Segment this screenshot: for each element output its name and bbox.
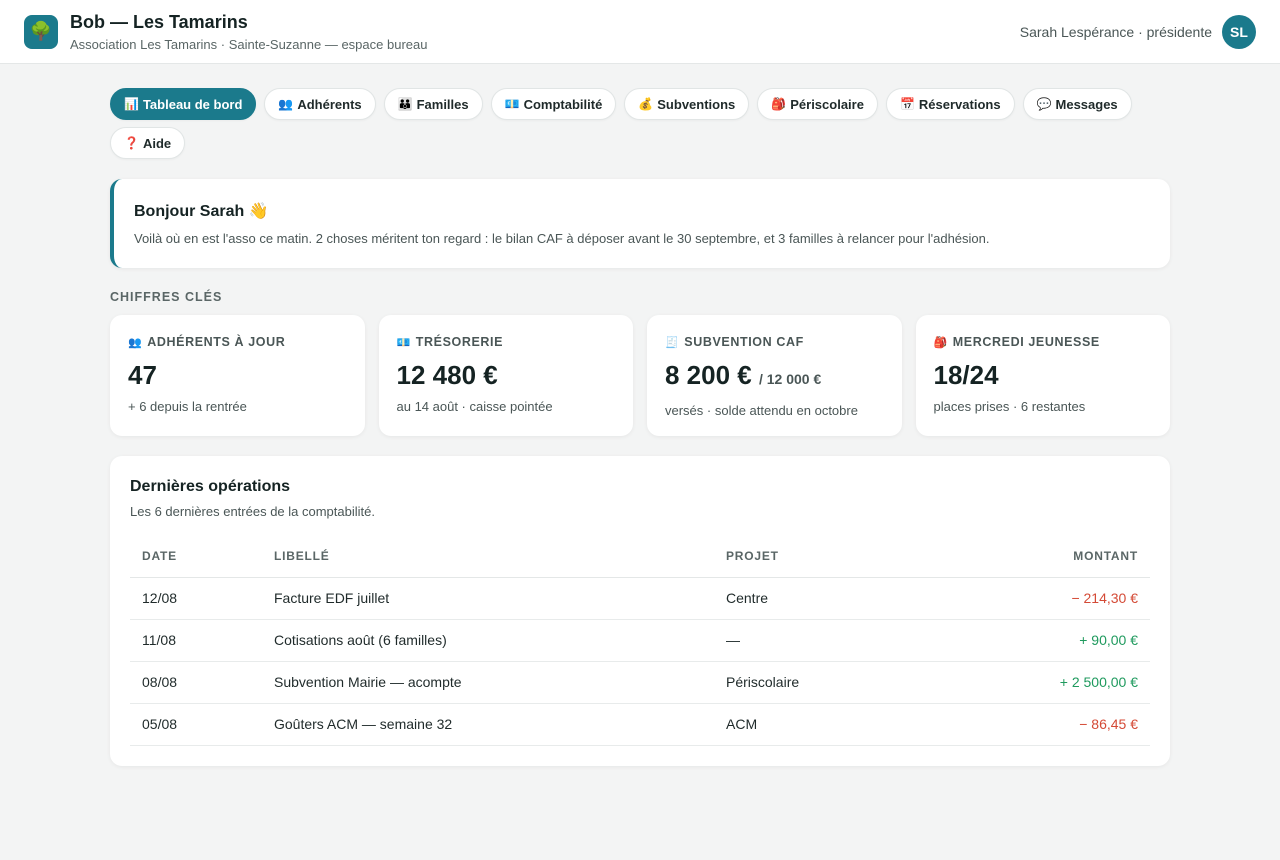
nav-tabs: 📊 Tableau de bord 👥 Adhérents 👪 Familles 💶 C…	[110, 88, 1170, 159]
kpi-card-subvention-caf: 🧾 SUBVENTION CAF 8 200 € / 12 000 € versé…	[647, 315, 902, 436]
tab-label: Subventions	[657, 96, 736, 112]
kpi-value: 47	[128, 360, 157, 390]
cell-amount: + 2 500,00 €	[926, 661, 1150, 704]
cell-label: Cotisations août (6 familles)	[262, 619, 714, 662]
welcome-card: Bonjour Sarah 👋 Voilà où en est l'asso c…	[110, 179, 1170, 268]
tab-reservations[interactable]: 📅 Réservations	[885, 88, 1015, 120]
user-menu[interactable]: Sarah Lespérance · présidente SL	[1020, 15, 1256, 49]
cell-amount: − 214,30 €	[926, 577, 1150, 620]
cell-label: Facture EDF juillet	[262, 577, 714, 620]
kpi-card-mercredi-jeunesse: 🎒 MERCREDI JEUNESSE 18/24 places prises ·…	[915, 315, 1170, 436]
tab-familles[interactable]: 👪 Familles	[383, 88, 483, 120]
brand: Bob — Les Tamarins Association Les Tamar…	[70, 11, 427, 52]
operations-title: Dernières opérations	[130, 478, 291, 495]
column-header-label[interactable]: LIBELLÉ	[262, 535, 714, 578]
backpack-icon: 🎒	[933, 336, 948, 349]
kpi-label-text: TRÉSORERIE	[415, 335, 504, 349]
tree-logo-icon[interactable]: 🌳	[24, 14, 58, 49]
kpi-value: 8 200 € / 12 000 €	[665, 359, 884, 395]
people-icon: 👥	[278, 97, 294, 111]
cell-project: Périscolaire	[714, 661, 927, 704]
kpi-label: 🎒 MERCREDI JEUNESSE	[934, 335, 1153, 349]
cell-project: ACM	[714, 703, 927, 746]
tab-tableau-de-bord[interactable]: 📊 Tableau de bord	[110, 88, 257, 120]
kpi-label-text: SUBVENTION CAF	[684, 335, 804, 349]
question-icon: ❓	[124, 136, 139, 150]
chart-icon: 📊	[124, 97, 139, 111]
family-icon: 👪	[397, 97, 413, 111]
cell-date: 05/08	[130, 703, 262, 746]
tab-label: Familles	[416, 96, 469, 112]
tab-label: Aide	[142, 135, 172, 151]
column-header-date[interactable]: DATE	[130, 535, 262, 578]
people-icon: 👥	[128, 336, 143, 349]
tab-label: Adhérents	[297, 96, 362, 112]
tab-periscolaire[interactable]: 🎒 Périscolaire	[757, 88, 878, 120]
welcome-title: Bonjour Sarah 👋	[134, 203, 269, 220]
tab-label: Périscolaire	[790, 96, 864, 112]
calendar-icon: 📅	[899, 97, 915, 111]
kpi-value: 18/24	[933, 360, 999, 390]
cell-project: Centre	[714, 577, 927, 620]
kpi-card-adherents: 👥 ADHÉRENTS À JOUR 47 + 6 depuis la rentr…	[110, 315, 365, 436]
avatar[interactable]: SL	[1222, 15, 1256, 49]
kpi-value-main: 8 200 €	[665, 360, 752, 390]
receipt-icon: 🧾	[665, 336, 680, 349]
operations-card: Dernières opérations Les 6 dernières ent…	[110, 456, 1170, 766]
cell-date: 11/08	[130, 619, 262, 662]
tab-adherents[interactable]: 👥 Adhérents	[264, 88, 376, 120]
app-header: 🌳 Bob — Les Tamarins Association Les Tam…	[0, 0, 1280, 64]
kpi-grid: 👥 ADHÉRENTS À JOUR 47 + 6 depuis la rentr…	[110, 315, 1170, 436]
tab-label: Réservations	[918, 96, 1001, 112]
table-row[interactable]: 05/08 Goûters ACM — semaine 32 ACM − 86,…	[130, 703, 1150, 746]
kpi-label: 👥 ADHÉRENTS À JOUR	[128, 335, 347, 349]
column-header-amount[interactable]: MONTANT	[926, 535, 1150, 578]
banknote-icon: 💶	[504, 97, 520, 111]
tab-subventions[interactable]: 💰 Subventions	[624, 88, 750, 120]
user-name: Sarah Lespérance · présidente	[1019, 24, 1212, 40]
kpi-label-text: ADHÉRENTS À JOUR	[147, 335, 286, 349]
cell-amount: − 86,45 €	[926, 703, 1150, 746]
cell-date: 08/08	[130, 661, 262, 704]
cell-amount: + 90,00 €	[926, 619, 1150, 662]
banknote-icon: 💶	[396, 336, 411, 349]
cell-date: 12/08	[130, 577, 262, 620]
column-header-project[interactable]: PROJET	[714, 535, 927, 578]
table-row[interactable]: 08/08 Subvention Mairie — acompte Périsc…	[130, 661, 1150, 704]
app-title: Bob — Les Tamarins	[70, 12, 248, 32]
cell-label: Goûters ACM — semaine 32	[262, 703, 714, 746]
kpi-card-tresorerie: 💶 TRÉSORERIE 12 480 € au 14 août · caisse…	[378, 315, 633, 436]
welcome-text: Voilà où en est l'asso ce matin. 2 chose…	[134, 231, 990, 246]
main-content: 📊 Tableau de bord 👥 Adhérents 👪 Familles 💶 C…	[110, 64, 1170, 766]
table-row[interactable]: 11/08 Cotisations août (6 familles) — + …	[130, 619, 1150, 662]
tab-label: Messages	[1055, 96, 1118, 112]
tab-comptabilite[interactable]: 💶 Comptabilité	[490, 88, 617, 120]
tab-label: Comptabilité	[523, 96, 603, 112]
kpi-section-label: CHIFFRES CLÉS	[110, 290, 223, 304]
kpi-note: au 14 août · caisse pointée	[396, 399, 553, 414]
speech-bubble-icon: 💬	[1036, 97, 1052, 111]
operations-table: DATE LIBELLÉ PROJET MONTANT 12/08 Factur…	[130, 535, 1150, 746]
table-row[interactable]: 12/08 Facture EDF juillet Centre − 214,3…	[130, 577, 1150, 620]
kpi-note: + 6 depuis la rentrée	[128, 399, 247, 414]
kpi-label-text: MERCREDI JEUNESSE	[952, 335, 1100, 349]
kpi-label: 🧾 SUBVENTION CAF	[665, 335, 884, 349]
tab-messages[interactable]: 💬 Messages	[1022, 88, 1132, 120]
tab-label: Tableau de bord	[142, 96, 243, 112]
app-subtitle: Association Les Tamarins · Sainte-Suzann…	[70, 37, 428, 52]
kpi-note: versés · solde attendu en octobre	[665, 403, 858, 418]
kpi-value: 12 480 €	[396, 360, 498, 390]
operations-subtitle: Les 6 dernières entrées de la comptabili…	[130, 504, 375, 519]
tab-aide[interactable]: ❓ Aide	[110, 127, 186, 159]
money-bag-icon: 💰	[638, 97, 654, 111]
table-header-row: DATE LIBELLÉ PROJET MONTANT	[130, 535, 1150, 578]
cell-project: —	[714, 619, 927, 662]
kpi-value-total: / 12 000 €	[758, 371, 822, 387]
cell-label: Subvention Mairie — acompte	[262, 661, 714, 704]
kpi-note: places prises · 6 restantes	[933, 399, 1086, 414]
kpi-label: 💶 TRÉSORERIE	[397, 335, 616, 349]
backpack-icon: 🎒	[771, 97, 787, 111]
